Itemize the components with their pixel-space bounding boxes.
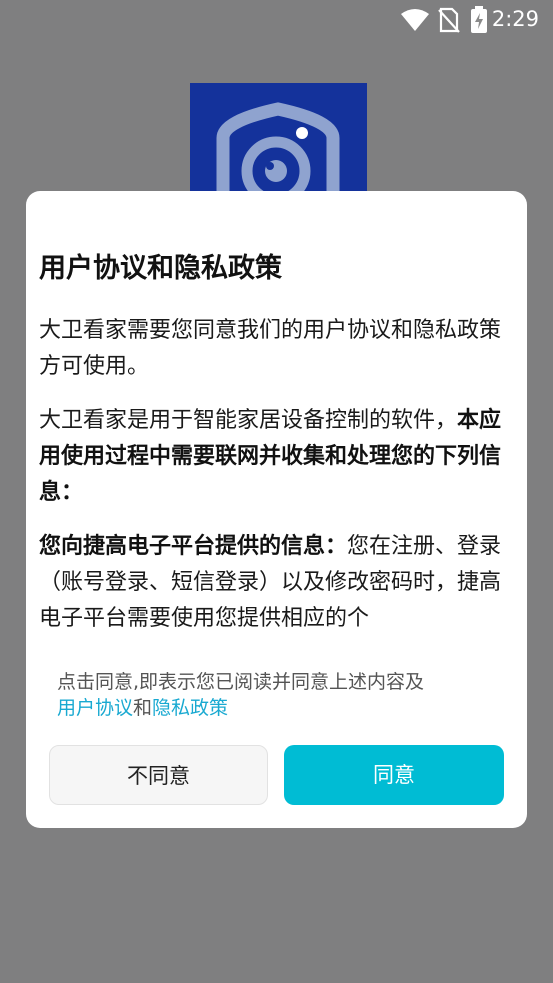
consent-prefix: 点击同意,即表示您已阅读并同意上述内容及 xyxy=(57,671,425,693)
dialog-title: 用户协议和隐私政策 xyxy=(39,253,282,284)
user-agreement-link[interactable]: 用户协议 xyxy=(57,697,133,719)
info-collection-paragraph: 大卫看家是用于智能家居设备控制的软件，本应用使用过程中需要联网并收集和处理您的下… xyxy=(39,403,511,511)
status-time: 2:29 xyxy=(491,7,539,31)
consent-conjunction: 和 xyxy=(133,697,153,719)
info-collection-text: 大卫看家是用于智能家居设备控制的软件， xyxy=(39,408,458,433)
agree-button[interactable]: 同意 xyxy=(284,745,504,805)
privacy-dialog: 用户协议和隐私政策 大卫看家需要您同意我们的用户协议和隐私政策方可使用。 大卫看… xyxy=(26,191,527,828)
wifi-icon xyxy=(400,8,430,36)
intro-paragraph: 大卫看家需要您同意我们的用户协议和隐私政策方可使用。 xyxy=(39,318,502,379)
app-logo xyxy=(190,83,367,203)
camera-shield-icon xyxy=(216,102,340,203)
provided-info-heading: 您向捷高电子平台提供的信息： xyxy=(39,534,348,559)
provided-info-paragraph: 您向捷高电子平台提供的信息：您在注册、登录（账号登录、短信登录）以及修改密码时，… xyxy=(39,529,511,637)
consent-text: 点击同意,即表示您已阅读并同意上述内容及 用户协议和隐私政策 xyxy=(57,669,507,721)
status-bar: 2:29 xyxy=(0,0,553,40)
dialog-body-scroll[interactable]: 大卫看家需要您同意我们的用户协议和隐私政策方可使用。 大卫看家是用于智能家居设备… xyxy=(39,313,511,641)
battery-charging-icon xyxy=(470,6,488,38)
privacy-policy-link[interactable]: 隐私政策 xyxy=(152,697,228,719)
disagree-button[interactable]: 不同意 xyxy=(49,745,268,805)
no-sim-icon xyxy=(438,7,460,37)
